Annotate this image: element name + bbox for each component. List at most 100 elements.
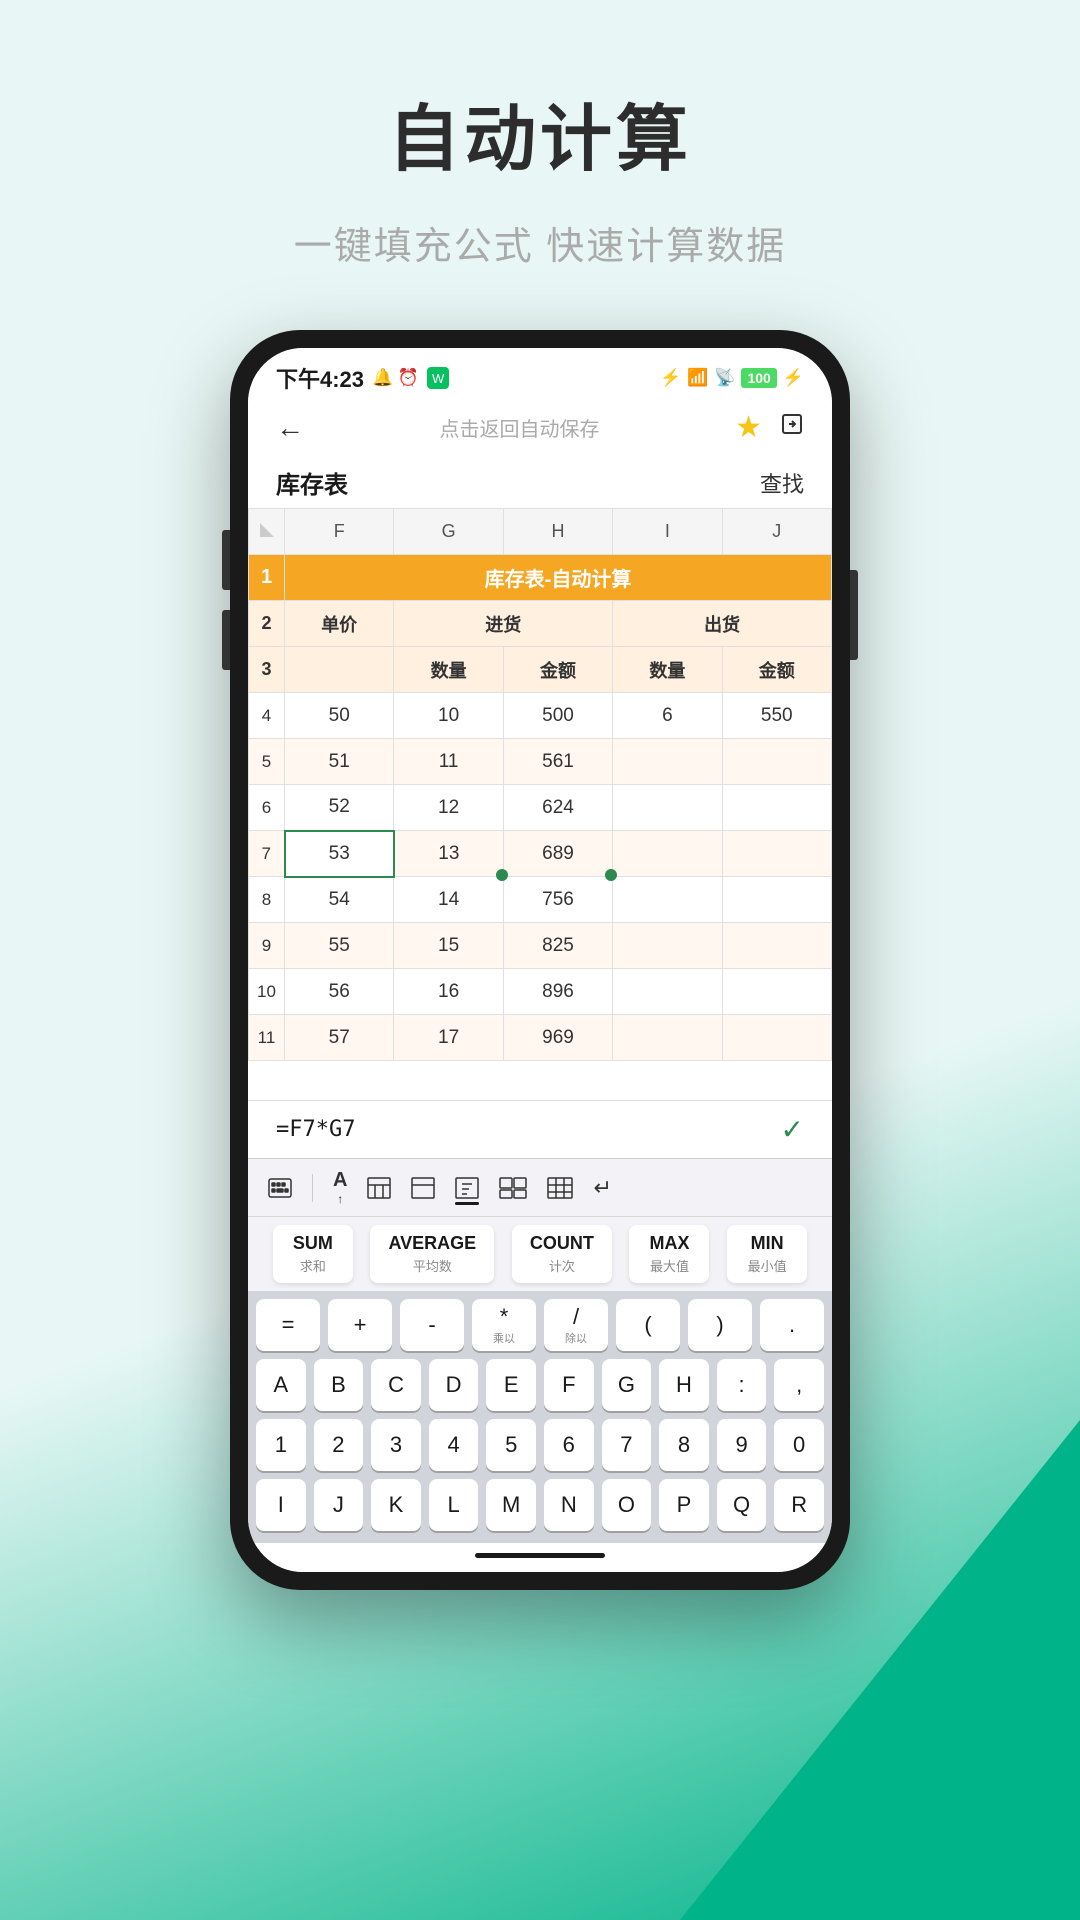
key-comma[interactable]: , [774,1359,824,1411]
cell-G5[interactable]: 11 [394,739,503,785]
key-multiply[interactable]: * 乘以 [472,1299,536,1351]
cell-F4[interactable]: 50 [285,693,394,739]
key-L[interactable]: L [429,1479,479,1531]
star-button[interactable]: ★ [735,410,762,445]
cell-J8[interactable] [722,877,831,923]
max-button[interactable]: MAX 最大值 [629,1225,709,1283]
key-4[interactable]: 4 [429,1419,479,1471]
enter-icon[interactable]: ↵ [593,1175,611,1201]
cell-I11[interactable] [613,1015,722,1061]
cell-H9[interactable]: 825 [503,923,612,969]
cell-G4[interactable]: 10 [394,693,503,739]
key-1[interactable]: 1 [256,1419,306,1471]
key-E[interactable]: E [486,1359,536,1411]
key-A[interactable]: A [256,1359,306,1411]
cell-H8[interactable]: 756 [503,877,612,923]
key-R[interactable]: R [774,1479,824,1531]
key-P[interactable]: P [659,1479,709,1531]
key-K[interactable]: K [371,1479,421,1531]
cell-I5[interactable] [613,739,722,785]
key-G[interactable]: G [602,1359,652,1411]
text-format-icon[interactable]: A↑ [333,1169,347,1206]
key-Q[interactable]: Q [717,1479,767,1531]
cell-H4[interactable]: 500 [503,693,612,739]
key-B[interactable]: B [314,1359,364,1411]
key-7[interactable]: 7 [602,1419,652,1471]
cell-H6[interactable]: 624 [503,785,612,831]
cell-G6[interactable]: 12 [394,785,503,831]
key-I[interactable]: I [256,1479,306,1531]
key-minus[interactable]: - [400,1299,464,1351]
cell-I8[interactable] [613,877,722,923]
cell-G11[interactable]: 17 [394,1015,503,1061]
key-5[interactable]: 5 [486,1419,536,1471]
average-button[interactable]: AVERAGE 平均数 [370,1225,494,1283]
cell-F7[interactable]: 53 [285,831,394,877]
cell-F10[interactable]: 56 [285,969,394,1015]
key-dot[interactable]: . [760,1299,824,1351]
cell-J5[interactable] [722,739,831,785]
cell-F5[interactable]: 51 [285,739,394,785]
insert-row-icon[interactable] [547,1177,573,1199]
cell-J4[interactable]: 550 [722,693,831,739]
cell-J6[interactable] [722,785,831,831]
key-F[interactable]: F [544,1359,594,1411]
key-8[interactable]: 8 [659,1419,709,1471]
kb-layout-icon[interactable] [268,1178,292,1198]
cell-F11[interactable]: 57 [285,1015,394,1061]
key-J[interactable]: J [314,1479,364,1531]
sum-button[interactable]: SUM 求和 [273,1225,353,1283]
key-M[interactable]: M [486,1479,536,1531]
cell-F6[interactable]: 52 [285,785,394,831]
cell-F8[interactable]: 54 [285,877,394,923]
cell-ref-icon[interactable] [499,1177,527,1199]
key-9[interactable]: 9 [717,1419,767,1471]
cell-format-icon[interactable] [411,1177,435,1199]
key-lparen[interactable]: ( [616,1299,680,1351]
cell-I7[interactable] [613,831,722,877]
cell-G8[interactable]: 14 [394,877,503,923]
find-button[interactable]: 查找 [760,467,804,499]
export-button[interactable] [780,412,804,443]
key-D[interactable]: D [429,1359,479,1411]
key-colon[interactable]: : [717,1359,767,1411]
title-cell[interactable]: 库存表-自动计算 [285,555,832,601]
cell-G9[interactable]: 15 [394,923,503,969]
key-divide[interactable]: / 除以 [544,1299,608,1351]
formula-text[interactable]: =F7*G7 [276,1117,355,1142]
key-3[interactable]: 3 [371,1419,421,1471]
cell-I10[interactable] [613,969,722,1015]
cell-H7[interactable]: 689 [503,831,612,877]
key-C[interactable]: C [371,1359,421,1411]
key-rparen[interactable]: ) [688,1299,752,1351]
table-insert-icon[interactable] [367,1177,391,1199]
formula-icon[interactable] [455,1177,479,1199]
key-O[interactable]: O [602,1479,652,1531]
key-plus[interactable]: + [328,1299,392,1351]
key-6[interactable]: 6 [544,1419,594,1471]
cell-I9[interactable] [613,923,722,969]
key-H[interactable]: H [659,1359,709,1411]
cell-I6[interactable] [613,785,722,831]
cell-H10[interactable]: 896 [503,969,612,1015]
cell-J9[interactable] [722,923,831,969]
min-button[interactable]: MIN 最小值 [727,1225,807,1283]
cell-G7[interactable]: 13 [394,831,503,877]
key-0[interactable]: 0 [774,1419,824,1471]
status-bar: 下午4:23 🔔 ⏰ W ⚡ 📶 📡 100 ⚡ [248,348,832,402]
cell-I4[interactable]: 6 [613,693,722,739]
key-2[interactable]: 2 [314,1419,364,1471]
cell-G10[interactable]: 16 [394,969,503,1015]
cell-H11[interactable]: 969 [503,1015,612,1061]
column-header-row: F G H I J [249,509,832,555]
key-equals[interactable]: = [256,1299,320,1351]
key-N[interactable]: N [544,1479,594,1531]
back-button[interactable]: ← [276,412,304,444]
count-button[interactable]: COUNT 计次 [512,1225,612,1283]
cell-J10[interactable] [722,969,831,1015]
cell-H5[interactable]: 561 [503,739,612,785]
formula-confirm-button[interactable]: ✓ [781,1113,804,1146]
cell-J7[interactable] [722,831,831,877]
cell-J11[interactable] [722,1015,831,1061]
cell-F9[interactable]: 55 [285,923,394,969]
